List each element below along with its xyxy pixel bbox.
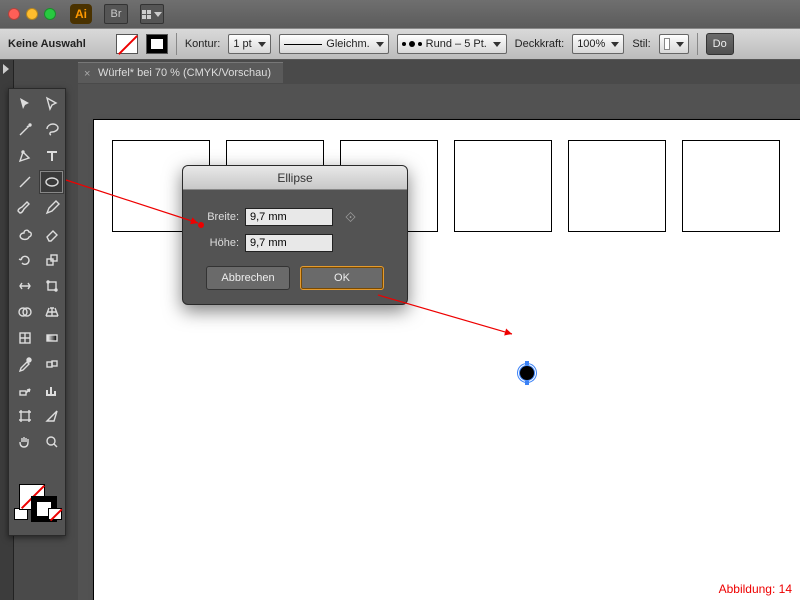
magic-wand-tool[interactable] [12, 118, 37, 142]
free-transform-tool[interactable] [39, 274, 64, 298]
mesh-tool[interactable] [12, 326, 37, 350]
lasso-tool[interactable] [39, 118, 64, 142]
selection-tool[interactable] [12, 92, 37, 116]
rotate-tool[interactable] [12, 248, 37, 272]
line-tool[interactable] [12, 170, 37, 194]
style-label: Stil: [632, 38, 650, 50]
type-tool[interactable] [39, 144, 64, 168]
canvas-area[interactable]: Abbildung: 14 [78, 84, 800, 600]
selection-status: Keine Auswahl [8, 38, 86, 50]
window-titlebar: Ai Br [0, 0, 800, 28]
blend-tool[interactable] [39, 352, 64, 376]
app-badge: Ai [70, 4, 92, 24]
cancel-button[interactable]: Abbrechen [206, 266, 290, 290]
ellipse-tool[interactable] [39, 170, 64, 194]
zoom-tool[interactable] [39, 430, 64, 454]
column-graph-tool[interactable] [39, 378, 64, 402]
dash-dropdown[interactable]: Gleichm. [279, 34, 389, 54]
figure-caption: Abbildung: 14 [719, 582, 792, 596]
document-tabs: × Würfel* bei 70 % (CMYK/Vorschau) [78, 60, 283, 84]
height-label: Höhe: [197, 237, 239, 249]
document-title: Würfel* bei 70 % (CMYK/Vorschau) [98, 67, 271, 79]
width-tool[interactable] [12, 274, 37, 298]
tools-panel [8, 88, 66, 536]
expand-dock-icon[interactable] [3, 64, 9, 74]
shape-builder-tool[interactable] [12, 300, 37, 324]
paintbrush-tool[interactable] [12, 196, 37, 220]
control-bar: Keine Auswahl Kontur: 1 pt Gleichm. Rund… [0, 28, 800, 60]
pencil-tool[interactable] [39, 196, 64, 220]
pen-tool[interactable] [12, 144, 37, 168]
symbol-sprayer-tool[interactable] [12, 378, 37, 402]
graphic-style-dropdown[interactable] [659, 34, 689, 54]
arrange-documents-button[interactable] [140, 4, 164, 24]
eyedropper-tool[interactable] [12, 352, 37, 376]
opacity-dropdown[interactable]: 100% [572, 34, 624, 54]
window-minimize-button[interactable] [26, 8, 38, 20]
hand-tool[interactable] [12, 430, 37, 454]
height-input[interactable] [245, 234, 333, 252]
created-ellipse[interactable] [520, 366, 534, 380]
none-mode-button[interactable] [48, 508, 62, 520]
eraser-tool[interactable] [39, 222, 64, 246]
window-close-button[interactable] [8, 8, 20, 20]
scale-tool[interactable] [39, 248, 64, 272]
opacity-label: Deckkraft: [515, 38, 565, 50]
width-label: Breite: [197, 211, 239, 223]
window-zoom-button[interactable] [44, 8, 56, 20]
width-input[interactable] [245, 208, 333, 226]
constrain-proportions-icon[interactable]: ⟐ [345, 209, 356, 226]
ok-button[interactable]: OK [300, 266, 384, 290]
close-tab-icon[interactable]: × [84, 68, 90, 80]
perspective-grid-tool[interactable] [39, 300, 64, 324]
gradient-tool[interactable] [39, 326, 64, 350]
fill-swatch[interactable] [116, 34, 138, 54]
stroke-weight-dropdown[interactable]: 1 pt [228, 34, 270, 54]
brush-profile-dropdown[interactable]: Rund – 5 Pt. [397, 34, 507, 54]
stroke-swatch[interactable] [146, 34, 168, 54]
stroke-label: Kontur: [185, 38, 220, 50]
artboard-tool[interactable] [12, 404, 37, 428]
slice-tool[interactable] [39, 404, 64, 428]
ellipse-dialog: Ellipse Breite: ⟐ Höhe: Abbrechen OK [182, 165, 408, 305]
direct-selection-tool[interactable] [39, 92, 64, 116]
blob-brush-tool[interactable] [12, 222, 37, 246]
dialog-title: Ellipse [183, 166, 407, 190]
document-tab[interactable]: × Würfel* bei 70 % (CMYK/Vorschau) [78, 62, 283, 83]
document-setup-button[interactable]: Do [706, 33, 734, 55]
bridge-button[interactable]: Br [104, 4, 128, 24]
